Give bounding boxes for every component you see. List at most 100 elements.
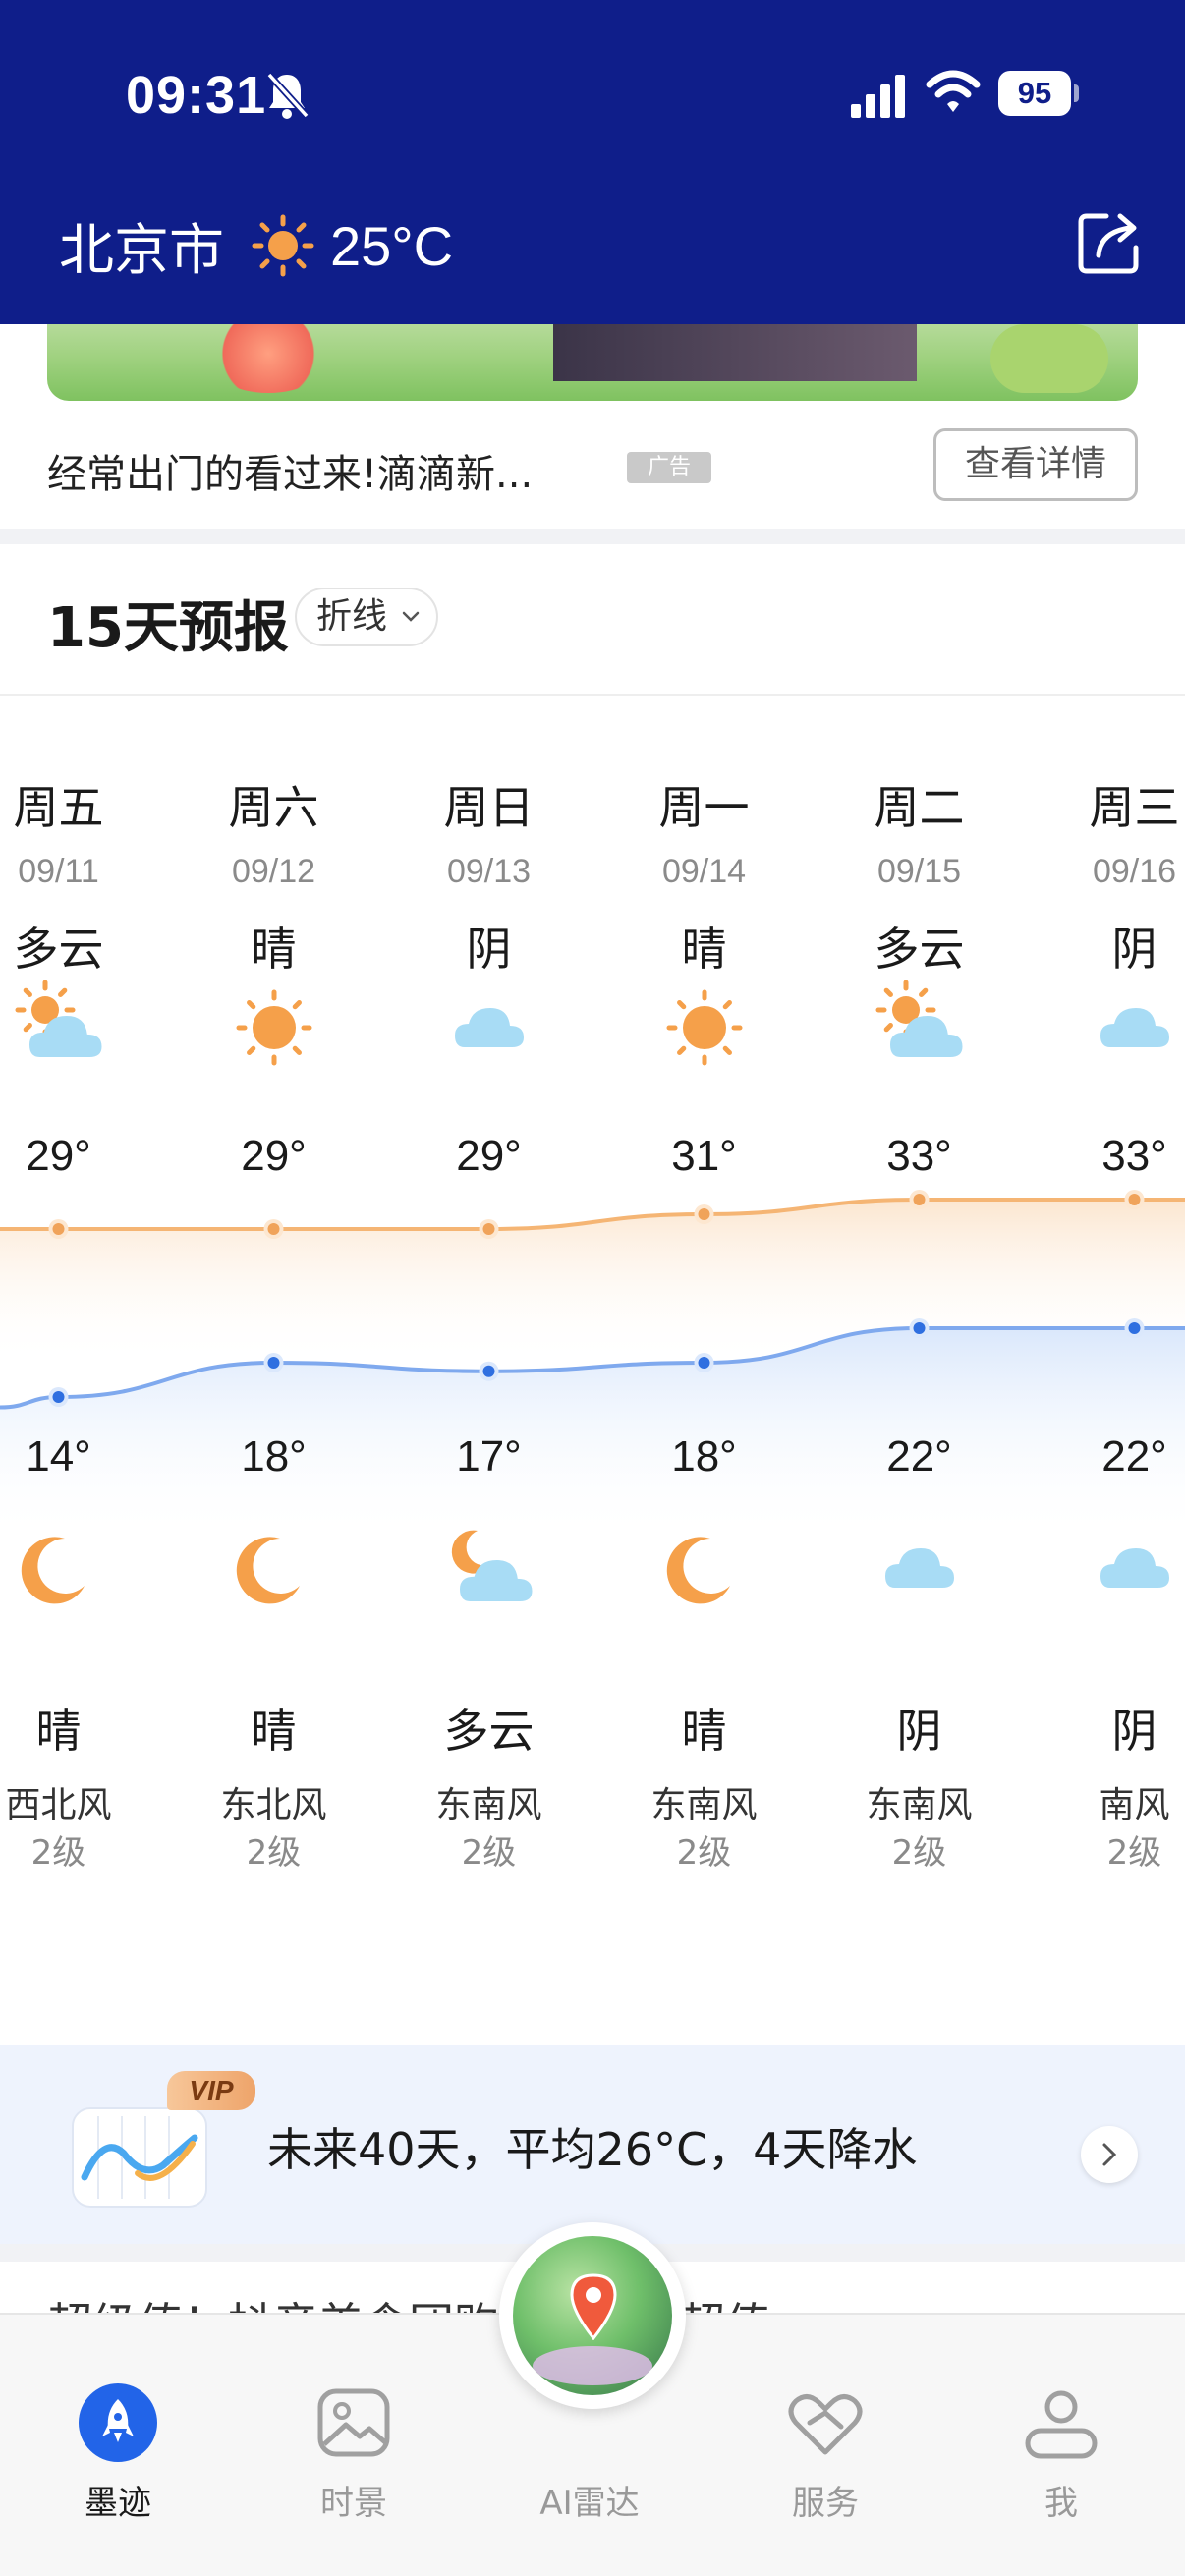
tab-label: 我 (1044, 2484, 1078, 2523)
day-condition: 阴 (1111, 923, 1157, 976)
forecast-header: 15天预报 折线 (0, 544, 1185, 696)
ad-title[interactable]: 经常出门的看过来!滴滴新... (47, 442, 533, 499)
vip-40day-banner[interactable]: VIP 未来40天，平均26°C，4天降水 (0, 2045, 1185, 2244)
tab-label: 时景 (320, 2484, 387, 2523)
day-condition: 多云 (13, 923, 104, 976)
wind-direction: 东北风 (220, 1785, 327, 1825)
cloud-icon (1100, 1008, 1169, 1047)
tab-label: 服务 (792, 2484, 859, 2523)
ad-flower-illustration (204, 314, 332, 393)
moon-icon (236, 1537, 300, 1604)
vip-badge: VIP (167, 2071, 255, 2110)
ad-cactus-illustration (990, 324, 1108, 393)
app-header: 09:31 95 北京市 25°C (0, 0, 1185, 324)
chevron-down-icon (402, 611, 420, 622)
bell-muted-icon (266, 72, 309, 119)
low-temperature: 22° (1101, 1432, 1167, 1481)
day-name: 周一 (658, 781, 750, 834)
night-condition: 阴 (896, 1705, 942, 1758)
day-name: 周六 (228, 781, 319, 834)
day-name: 周五 (13, 781, 104, 834)
low-temperature: 17° (456, 1432, 522, 1481)
vip-arrow-button[interactable] (1081, 2126, 1138, 2183)
battery-icon: 95 (998, 71, 1079, 116)
sun-icon (666, 989, 743, 1066)
ad-video-thumbnail (553, 314, 917, 381)
battery-tip (1074, 84, 1079, 102)
high-temperature: 33° (1101, 1132, 1167, 1180)
tab-shijing[interactable]: 时景 (255, 2354, 452, 2523)
partly-cloudy-icon (875, 980, 963, 1057)
heart-hands-icon (788, 2394, 863, 2455)
night-condition: 多云 (443, 1705, 535, 1758)
city-name[interactable]: 北京市 (59, 206, 224, 286)
vip-forecast-summary[interactable]: 未来40天，平均26°C，4天降水 (267, 2114, 917, 2179)
cloud-icon (455, 1008, 524, 1047)
night-condition: 阴 (1111, 1705, 1157, 1758)
day-condition: 阴 (466, 923, 512, 976)
chevron-right-icon (1102, 2143, 1117, 2166)
tab-services[interactable]: 服务 (727, 2354, 924, 2523)
wind-level: 2级 (30, 1833, 86, 1873)
forecast-day-column[interactable]: 周二 09/15 多云 33° 22° 阴 东南风 2级 (812, 696, 1027, 1914)
cellular-signal-icon (851, 75, 905, 118)
battery-level: 95 (998, 71, 1071, 116)
night-condition: 晴 (681, 1705, 727, 1758)
forecast-day-column[interactable]: 周一 09/14 晴 31° 18° 晴 东南风 2级 (596, 696, 812, 1914)
moon-icon (21, 1537, 85, 1604)
wind-level: 2级 (461, 1833, 517, 1873)
wind-direction: 西北风 (5, 1785, 112, 1825)
radar-globe-icon (513, 2236, 672, 2395)
location-pin-icon (570, 2273, 617, 2340)
forecast-day-column[interactable]: 周六 09/12 晴 29° 18° 晴 东北风 2级 (166, 696, 381, 1914)
wind-direction: 东南风 (435, 1785, 542, 1825)
tab-moji[interactable]: 墨迹 (20, 2354, 216, 2523)
day-name: 周日 (443, 781, 535, 834)
location-row[interactable]: 北京市 25°C (59, 206, 453, 285)
high-temperature: 29° (456, 1132, 522, 1180)
wind-level: 2级 (891, 1833, 947, 1873)
low-temperature: 18° (241, 1432, 307, 1481)
day-condition: 晴 (681, 923, 727, 976)
day-name: 周二 (874, 781, 965, 834)
high-temperature: 29° (241, 1132, 307, 1180)
radar-ring (533, 2346, 652, 2385)
rocket-icon (79, 2383, 157, 2462)
low-temperature: 22° (886, 1432, 952, 1481)
ad-detail-button[interactable]: 查看详情 (933, 428, 1138, 501)
low-temperature: 14° (26, 1432, 91, 1481)
cloud-icon (885, 1548, 954, 1588)
wind-direction: 东南风 (866, 1785, 973, 1825)
tab-label: AI雷达 (539, 2484, 640, 2523)
day-condition: 晴 (251, 923, 297, 976)
chart-mode-toggle[interactable]: 折线 (295, 588, 438, 646)
day-condition: 多云 (874, 923, 965, 976)
ad-badge: 广告 (627, 452, 711, 483)
sun-icon (236, 989, 312, 1066)
wind-level: 2级 (676, 1833, 732, 1873)
image-icon (317, 2388, 390, 2457)
night-condition: 晴 (35, 1705, 82, 1758)
forecast-grid[interactable]: 周五 09/11 多云 29° 14° 晴 西北风 2级 周六 09/12 晴 … (0, 696, 1185, 1914)
day-date: 09/12 (231, 853, 316, 890)
forecast-day-column[interactable]: 周日 09/13 阴 29° 17° 多云 东南风 2级 (381, 696, 596, 1914)
trend-chart-icon (72, 2107, 207, 2208)
wind-direction: 东南风 (650, 1785, 758, 1825)
status-time: 09:31 (126, 66, 267, 125)
tab-me[interactable]: 我 (963, 2354, 1159, 2523)
day-date: 09/13 (446, 853, 532, 890)
share-icon[interactable] (1077, 210, 1142, 275)
ai-radar-button[interactable] (499, 2222, 686, 2409)
ad-row[interactable]: 经常出门的看过来!滴滴新... 广告 查看详情 (47, 428, 1138, 507)
forecast-day-column[interactable]: 周三 09/16 阴 33° 22° 阴 南风 2级 (1027, 696, 1185, 1914)
current-temperature: 25°C (330, 214, 454, 277)
partly-cloudy-icon (15, 980, 102, 1057)
high-temperature: 31° (671, 1132, 737, 1180)
day-date: 09/15 (876, 853, 962, 890)
forecast-day-column[interactable]: 周五 09/11 多云 29° 14° 晴 西北风 2级 (0, 696, 166, 1914)
day-name: 周三 (1089, 781, 1180, 834)
tab-label: 墨迹 (85, 2484, 151, 2523)
moon-cloud-icon (451, 1530, 533, 1601)
cloud-icon (1100, 1548, 1169, 1588)
forecast-title: 15天预报 (47, 596, 289, 660)
